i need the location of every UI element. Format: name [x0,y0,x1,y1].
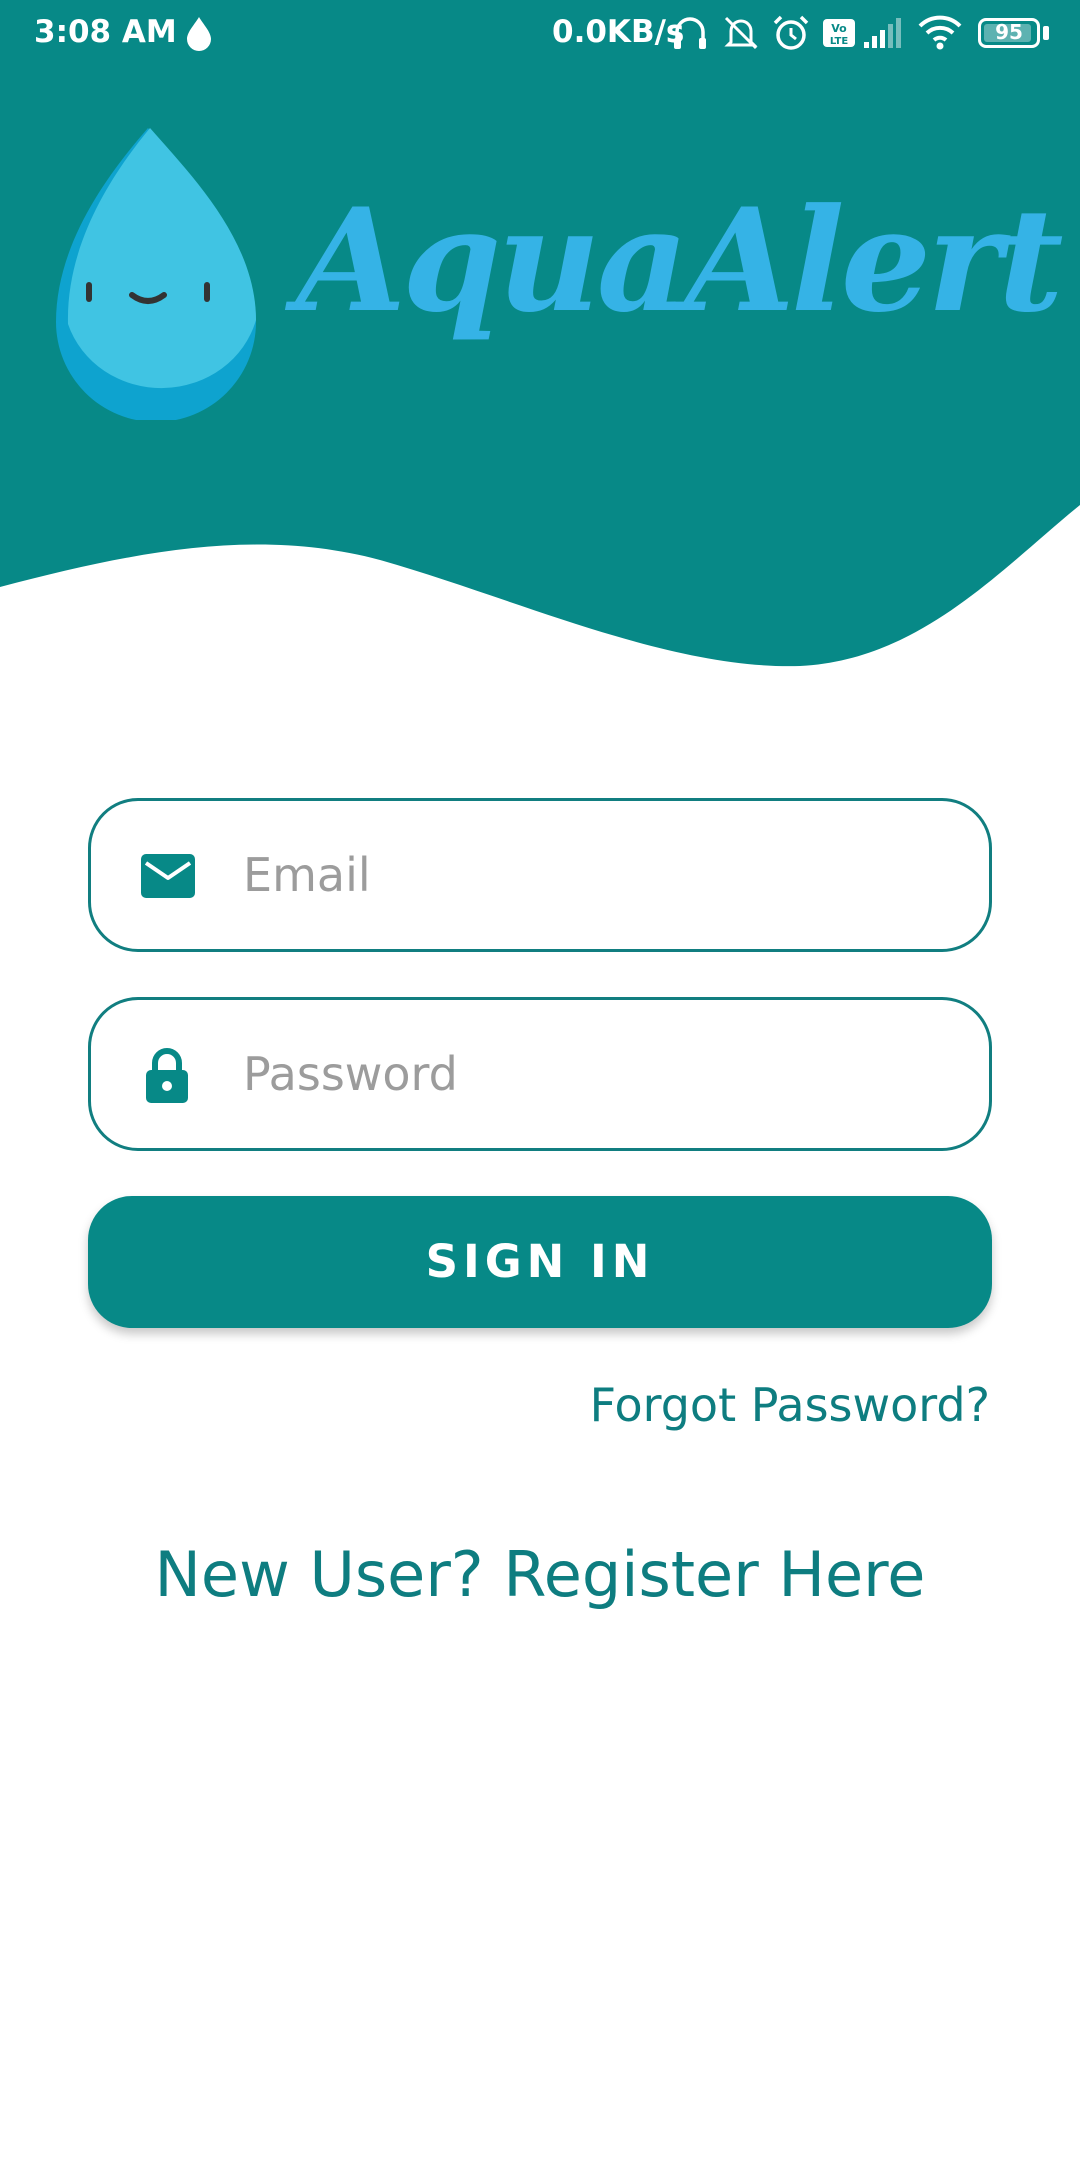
lock-icon [146,1048,188,1103]
network-speed: 0.0KB/s [552,14,685,50]
mute-icon [724,16,758,50]
mail-icon [141,854,195,898]
sign-in-button[interactable]: SIGN IN [88,1196,992,1328]
password-field[interactable] [88,997,992,1151]
status-bar: 3:08 AM 0.0KB/s Vo LTE 95 [0,0,1080,66]
app-title: AquaAlert [296,178,1064,344]
battery-icon: 95 [978,18,1040,48]
status-time: 3:08 AM [34,14,177,50]
password-input[interactable] [243,1028,943,1120]
water-drop-icon [187,17,211,51]
volte-icon: Vo LTE [823,19,855,47]
signal-icon [864,18,901,48]
svg-text:LTE: LTE [830,36,849,47]
forgot-password-link[interactable]: Forgot Password? [590,1378,990,1432]
alarm-icon [773,15,809,50]
battery-level: 95 [995,20,1023,44]
svg-text:Vo: Vo [831,22,847,35]
battery-tip [1043,26,1049,40]
wifi-icon [918,15,962,50]
water-drop-face-icon [56,128,256,420]
email-field[interactable] [88,798,992,952]
email-input[interactable] [243,829,943,921]
headset-icon [674,17,706,49]
register-link[interactable]: New User? Register Here [0,1538,1080,1611]
